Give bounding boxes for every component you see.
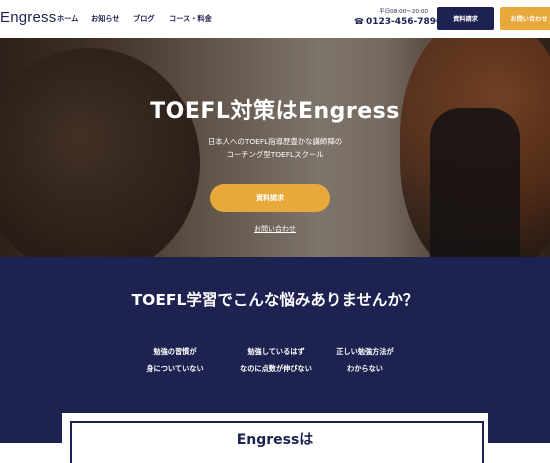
hero-title: TOEFL対策はEngress — [150, 99, 400, 124]
hero-request-button[interactable]: 資料請求 — [210, 184, 330, 212]
about-card: Engressは — [62, 413, 488, 463]
hero-inquiry-link[interactable]: お問い合わせ — [0, 224, 550, 234]
hero-subtitle-line2: コーチング型TOEFLスクール — [226, 150, 324, 159]
nav-item-courses[interactable]: コース・料金 — [169, 14, 212, 24]
business-hours: 平日08:00〜20:00 — [378, 9, 428, 15]
phone-number[interactable]: ☎ 0123-456-7890 — [354, 17, 442, 27]
inquiry-button[interactable]: お問い合わせ — [500, 7, 550, 30]
hero-subtitle-line1: 日本人へのTOEFL指導歴豊かな講師陣の — [207, 137, 343, 146]
contact-info: 平日08:00〜20:00 ☎ 0123-456-7890 — [354, 7, 442, 27]
worry-item: 正しい勉強方法が わからない — [300, 343, 430, 377]
worry-item-line2: わからない — [347, 364, 383, 373]
about-card-title: Engressは — [236, 432, 314, 448]
site-header: Engress ホーム お知らせ ブログ コース・料金 平日08:00〜20:0… — [0, 0, 550, 38]
phone-icon: ☎ — [354, 17, 364, 26]
worries-section: TOEFL学習でこんな悩みありませんか？ 勉強の習慣が 身についていない 勉強し… — [0, 257, 550, 463]
nav-item-home[interactable]: ホーム — [57, 14, 78, 24]
worries-title: TOEFL学習でこんな悩みありませんか？ — [131, 291, 419, 309]
hero-subtitle: 日本人へのTOEFL指導歴豊かな講師陣の コーチング型TOEFLスクール — [0, 135, 550, 161]
request-materials-button[interactable]: 資料請求 — [437, 7, 494, 30]
hero-section: TOEFL対策はEngress 日本人へのTOEFL指導歴豊かな講師陣の コーチ… — [0, 38, 550, 257]
phone-number-text: 0123-456-7890 — [365, 17, 443, 27]
worry-item-line1: 正しい勉強方法が — [336, 347, 394, 356]
nav-item-news[interactable]: お知らせ — [91, 14, 120, 24]
site-logo[interactable]: Engress — [0, 9, 56, 26]
nav-item-blog[interactable]: ブログ — [133, 14, 155, 24]
